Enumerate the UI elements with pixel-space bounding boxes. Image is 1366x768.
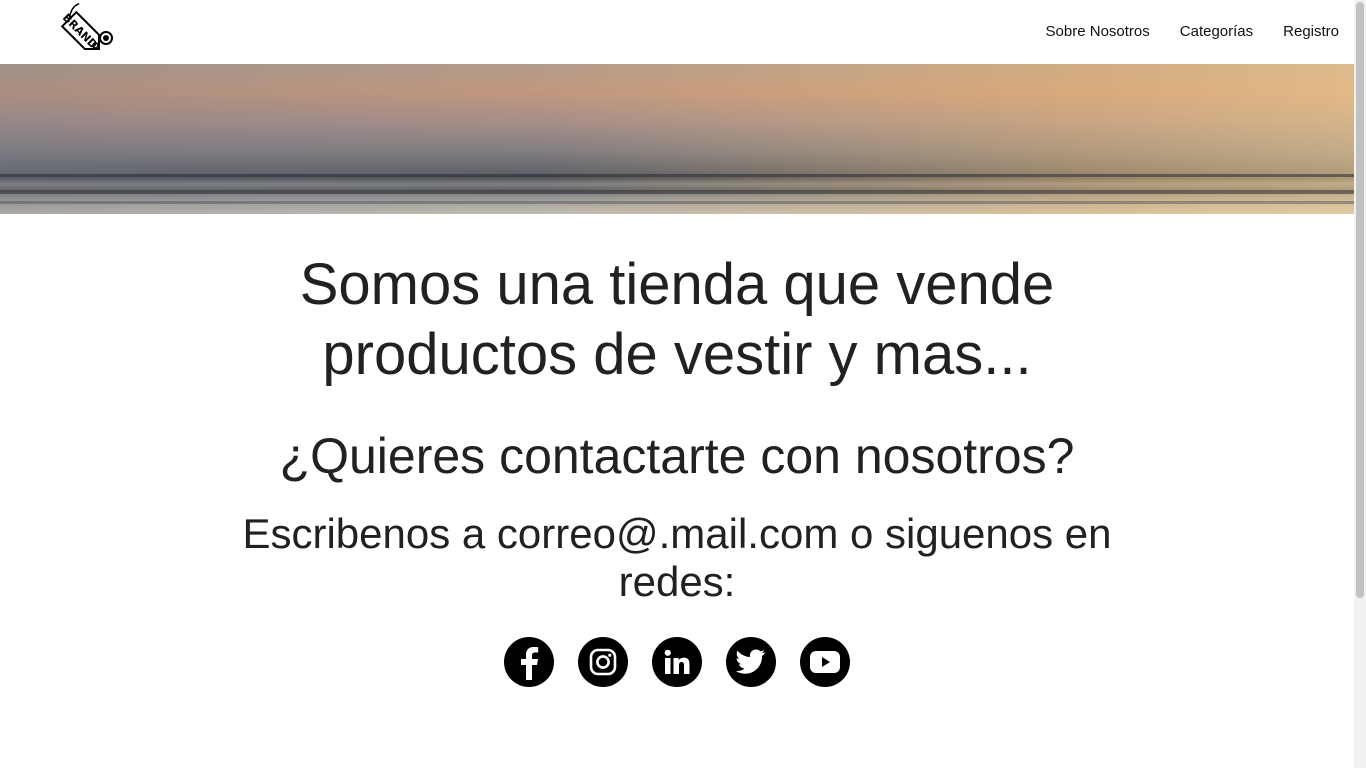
page-headline: Somos una tienda que vende productos de … — [299, 252, 1055, 387]
linkedin-link[interactable] — [652, 637, 702, 687]
brand-logo[interactable]: BRAND — [46, 0, 118, 64]
main-content: Somos una tienda que vende productos de … — [0, 250, 1354, 606]
linkedin-icon — [664, 649, 690, 674]
youtube-link[interactable] — [800, 637, 850, 687]
facebook-link[interactable] — [504, 637, 554, 687]
hero-water-line — [0, 201, 1354, 204]
hero-banner-image — [0, 64, 1354, 214]
main-nav: Sobre Nosotros Categorías Registro — [1016, 22, 1339, 42]
scrollbar-thumb[interactable] — [1356, 2, 1364, 598]
contact-question: ¿Quieres contactarte con nosotros? — [279, 428, 1075, 484]
nav-link-categorias[interactable]: Categorías — [1180, 22, 1253, 42]
nav-link-sobre-nosotros[interactable]: Sobre Nosotros — [1046, 22, 1150, 42]
hero-water-line — [0, 190, 1354, 194]
twitter-link[interactable] — [726, 637, 776, 687]
brand-tag-icon: BRAND — [60, 3, 113, 51]
top-navbar: BRAND Sobre Nosotros Categorías Registro — [0, 0, 1354, 64]
page: BRAND Sobre Nosotros Categorías Registro… — [0, 0, 1354, 768]
social-links — [0, 637, 1354, 687]
instagram-icon — [589, 648, 617, 676]
twitter-icon — [736, 649, 765, 674]
contact-text: Escribenos a correo@.mail.com o siguenos… — [242, 510, 1112, 605]
hero-horizon-line — [0, 174, 1354, 177]
instagram-link[interactable] — [578, 637, 628, 687]
vertical-scrollbar[interactable] — [1354, 0, 1366, 768]
youtube-icon — [810, 651, 840, 673]
nav-link-registro[interactable]: Registro — [1283, 22, 1339, 42]
facebook-icon — [521, 647, 539, 680]
